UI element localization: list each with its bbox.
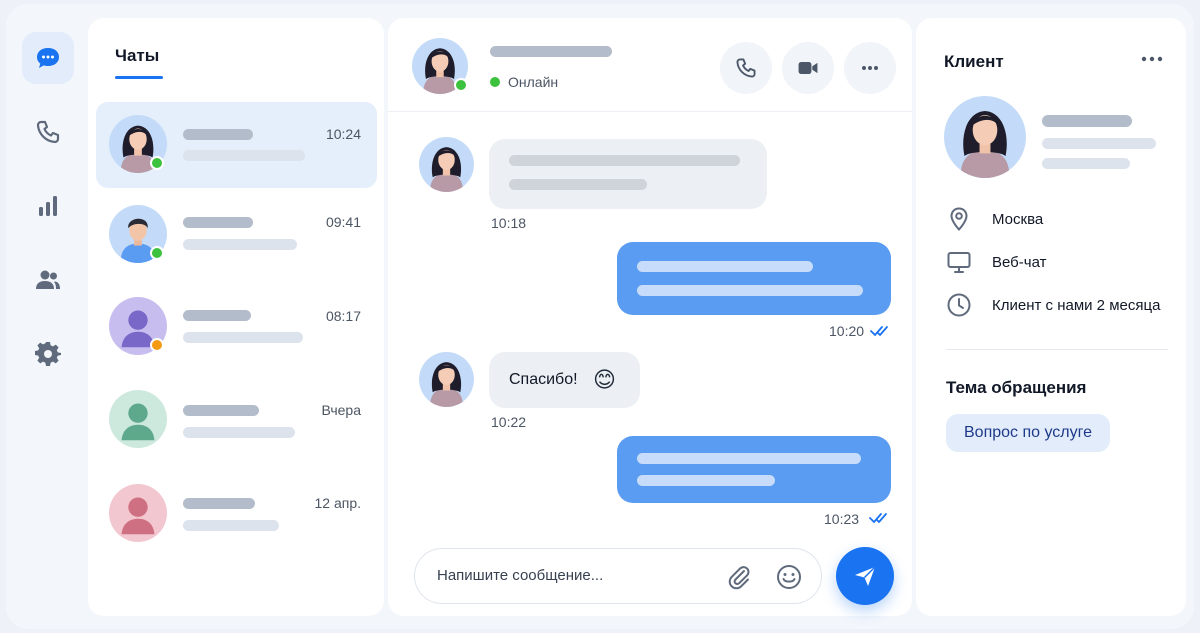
- topic-heading: Тема обращения: [946, 378, 1087, 397]
- send-button[interactable]: [836, 547, 894, 605]
- chat-time: Вчера: [321, 402, 361, 418]
- nav-contacts-button[interactable]: [22, 254, 74, 306]
- last-message-placeholder: [183, 520, 279, 531]
- message-avatar: [419, 352, 474, 407]
- client-info-panel: Клиент Москва Веб-чат Клиент с нами 2 ме…: [916, 18, 1186, 616]
- client-detail-placeholder: [1042, 158, 1130, 169]
- message-text-placeholder: [637, 475, 775, 486]
- location-pin-icon: [950, 207, 968, 231]
- last-message-placeholder: [183, 427, 295, 438]
- message-composer: [414, 548, 822, 604]
- nav-calls-button[interactable]: [22, 106, 74, 158]
- client-panel-title: Клиент: [944, 52, 1004, 71]
- chat-bubble-icon: [37, 48, 59, 68]
- divider: [946, 349, 1168, 350]
- message-time: 10:20: [829, 323, 865, 339]
- video-call-button[interactable]: [782, 42, 834, 94]
- message-time: 10:23: [824, 511, 860, 527]
- stats-chart-icon: [39, 196, 57, 216]
- client-detail-placeholder: [1042, 138, 1156, 149]
- message-time: 10:18: [491, 215, 527, 231]
- contact-name-placeholder: [183, 310, 251, 321]
- more-horizontal-icon: [862, 66, 878, 70]
- message-text-placeholder: [637, 453, 861, 464]
- settings-gear-icon: [35, 342, 61, 366]
- avatar: [109, 484, 167, 542]
- contact-status: Онлайн: [508, 74, 559, 90]
- chats-tab-indicator: [115, 76, 163, 79]
- message-text-placeholder: [637, 261, 813, 272]
- phone-icon: [36, 120, 60, 144]
- client-tenure: Клиент с нами 2 месяца: [992, 297, 1161, 314]
- smile-emoji-icon: 😊: [593, 367, 616, 392]
- avatar: [109, 390, 167, 448]
- chat-list-item[interactable]: 10:24: [96, 102, 377, 188]
- message-text: Спасибо!: [509, 371, 578, 388]
- more-options-button[interactable]: [844, 42, 896, 94]
- nav-stats-button[interactable]: [22, 180, 74, 232]
- video-camera-icon: [798, 62, 818, 74]
- phone-icon: [736, 58, 756, 78]
- message-text-placeholder: [509, 155, 740, 166]
- contact-name-placeholder: [183, 405, 259, 416]
- online-indicator: [490, 77, 500, 87]
- topic-tag[interactable]: Вопрос по услуге: [946, 414, 1111, 452]
- chat-time: 12 апр.: [314, 495, 361, 511]
- last-message-placeholder: [183, 239, 297, 250]
- double-check-icon: [869, 513, 887, 523]
- contact-name-placeholder: [490, 46, 612, 57]
- chats-panel: Чаты 10:24 09:41 08:17 Вчера 12 апр.: [88, 18, 384, 616]
- last-message-placeholder: [183, 150, 305, 161]
- header-divider: [388, 111, 912, 112]
- conversation-panel: Онлайн 10:18 10:20 Спасибо! 😊 10:22 10:2…: [388, 18, 912, 616]
- message-text-placeholder: [637, 285, 863, 296]
- client-avatar: [944, 96, 1026, 178]
- nav-chats-button[interactable]: [22, 32, 74, 84]
- message-text-placeholder: [509, 179, 647, 190]
- online-status-dot: [150, 246, 164, 260]
- call-button[interactable]: [720, 42, 772, 94]
- message-time: 10:22: [491, 414, 527, 430]
- emoji-smile-icon[interactable]: [775, 563, 803, 591]
- monitor-icon: [947, 252, 971, 273]
- outgoing-message-bubble: [617, 436, 891, 503]
- contact-name-placeholder: [183, 129, 253, 140]
- chat-list-item[interactable]: 12 апр.: [96, 474, 377, 560]
- contact-name-placeholder: [183, 498, 255, 509]
- send-arrow-icon: [855, 566, 876, 586]
- chat-list-item[interactable]: 08:17: [96, 288, 377, 374]
- client-channel: Веб-чат: [992, 254, 1047, 271]
- incoming-message-bubble: Спасибо! 😊: [489, 352, 640, 408]
- more-horizontal-icon[interactable]: [1140, 54, 1164, 64]
- outgoing-message-bubble: [617, 242, 891, 315]
- message-input[interactable]: [437, 567, 707, 584]
- contact-name-placeholder: [183, 217, 253, 228]
- client-location: Москва: [992, 211, 1044, 228]
- paperclip-icon[interactable]: [725, 563, 753, 591]
- online-status-dot: [150, 156, 164, 170]
- chat-list-item[interactable]: Вчера: [96, 381, 377, 467]
- chats-tab[interactable]: Чаты: [115, 46, 159, 66]
- incoming-message-bubble: [489, 139, 767, 209]
- nav-settings-button[interactable]: [22, 328, 74, 380]
- app-window: Чаты 10:24 09:41 08:17 Вчера 12 апр. Онл…: [6, 4, 1194, 629]
- double-check-icon: [870, 326, 888, 336]
- away-status-dot: [150, 338, 164, 352]
- nav-rail: [22, 32, 78, 402]
- message-avatar: [419, 137, 474, 192]
- clock-icon: [947, 293, 971, 317]
- last-message-placeholder: [183, 332, 303, 343]
- chat-time: 10:24: [325, 126, 361, 142]
- online-status-dot: [454, 78, 468, 92]
- chat-time: 08:17: [325, 308, 361, 324]
- chat-list-item[interactable]: 09:41: [96, 195, 377, 281]
- users-icon: [36, 270, 60, 289]
- client-name-placeholder: [1042, 115, 1132, 127]
- chat-time: 09:41: [325, 214, 361, 230]
